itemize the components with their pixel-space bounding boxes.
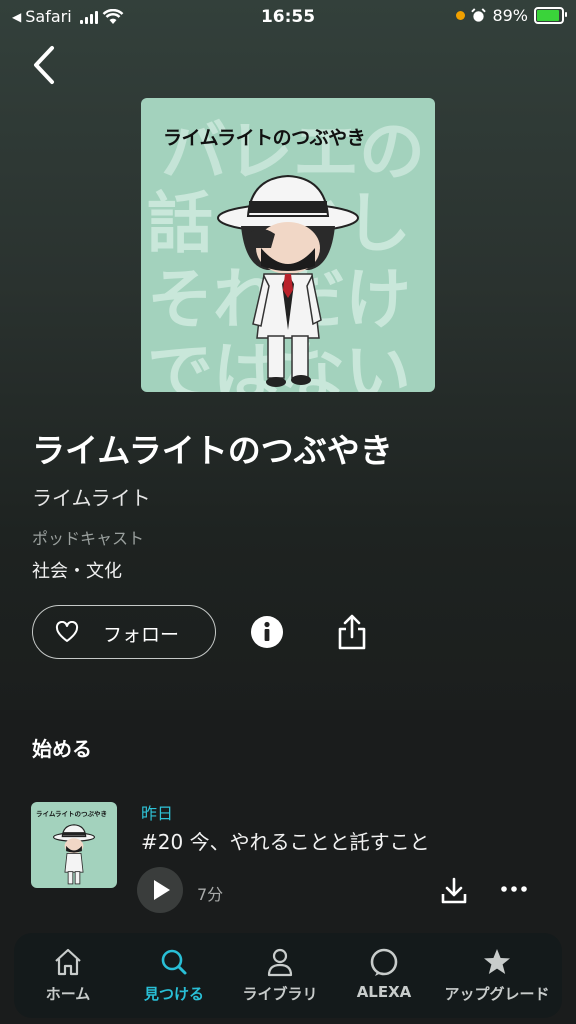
podcast-author[interactable]: ライムライト <box>32 482 151 511</box>
heart-icon <box>55 621 79 642</box>
share-icon[interactable] <box>336 612 368 652</box>
thumbnail-character-icon <box>52 824 96 885</box>
character-illustration-icon <box>217 174 359 387</box>
search-icon <box>161 949 187 975</box>
episode-duration: 7分 <box>197 885 224 904</box>
alexa-icon <box>370 948 398 976</box>
nav-upgrade-label: アップグレード <box>444 985 550 1003</box>
info-icon[interactable] <box>250 615 284 649</box>
play-icon <box>154 880 170 900</box>
home-icon <box>55 948 81 976</box>
follow-button[interactable]: フォロー <box>32 605 216 659</box>
nav-home-label: ホーム <box>45 985 91 1003</box>
podcast-title: ライムライトのつぶやき <box>32 431 393 470</box>
nav-home[interactable]: ホーム <box>20 933 116 1018</box>
section-title: 始める <box>32 737 92 761</box>
nav-library-label: ライブラリ <box>242 985 318 1003</box>
back-chevron-icon[interactable] <box>26 42 66 88</box>
battery-icon <box>534 7 567 24</box>
nav-upgrade[interactable]: アップグレード <box>436 933 558 1018</box>
more-options-icon[interactable] <box>500 884 528 894</box>
star-icon <box>484 949 510 974</box>
episode-title[interactable]: #20 今、やれることと託すこと <box>141 826 430 855</box>
nav-library[interactable]: ライブラリ <box>232 933 328 1018</box>
play-button[interactable] <box>137 867 183 913</box>
nav-discover-label: 見つける <box>143 985 204 1003</box>
nav-alexa-label: ALEXA <box>356 983 412 1001</box>
recording-dot-icon <box>456 11 466 20</box>
nav-discover[interactable]: 見つける <box>126 933 222 1018</box>
podcast-genre[interactable]: 社会・文化 <box>32 557 122 583</box>
follow-label: フォロー <box>103 624 180 646</box>
status-bar: ◀ Safari 16:55 89% <box>0 0 576 34</box>
bottom-navigation: ホーム 見つける ライブラリ ALEXA アップグレード <box>14 933 562 1018</box>
alarm-icon <box>471 8 487 22</box>
person-icon <box>267 948 293 977</box>
podcast-artwork: バレエの 話 かし それだけ ではない ライムライトのつぶやき <box>141 98 435 392</box>
episode-date: 昨日 <box>141 804 174 823</box>
episode-thumbnail[interactable]: ライムライトのつぶやき <box>31 802 117 888</box>
podcast-type: ポッドキャスト <box>32 529 145 548</box>
battery-percent: 89% <box>492 6 528 25</box>
nav-alexa[interactable]: ALEXA <box>338 933 430 1018</box>
download-icon[interactable] <box>440 876 468 906</box>
